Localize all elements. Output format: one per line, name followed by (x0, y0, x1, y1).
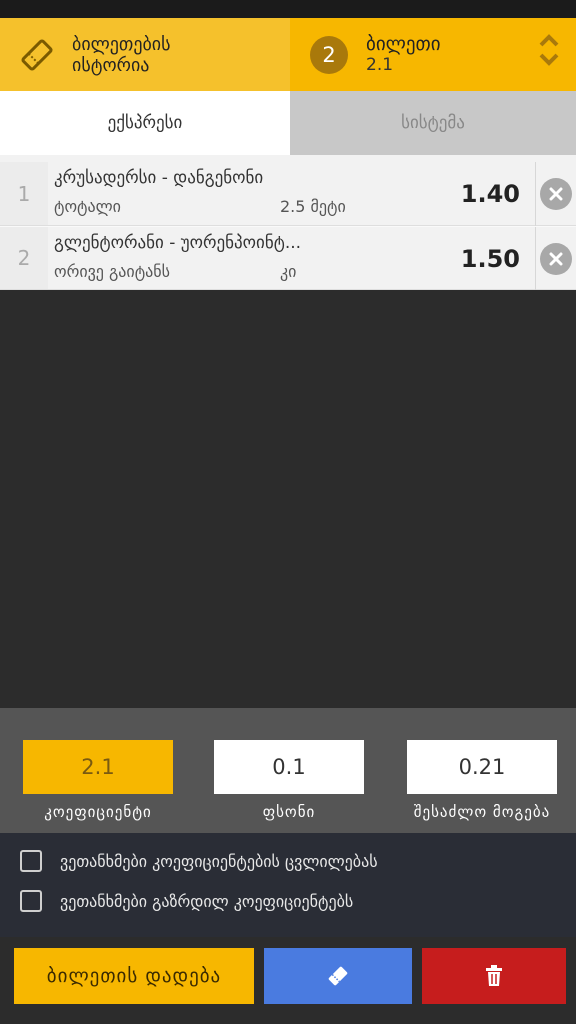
betslip-header: ბილეთების ისტორია 2 ბილეთი 2.1 (0, 18, 576, 91)
delete-all-button[interactable] (422, 948, 566, 1004)
market-name: ორივე გაიტანს (54, 262, 171, 281)
accept-increased-odds-checkbox[interactable]: ვეთანხმები გაზრდილ კოეფიციენტებს (20, 890, 353, 912)
accept-odds-change-checkbox[interactable]: ვეთანხმები კოეფიციენტების ცვლილებას (20, 850, 378, 872)
selection-odds: 1.50 (460, 245, 520, 273)
divider (535, 162, 536, 226)
match-name: კრუსადერსი - დანგენონი (54, 168, 264, 188)
selection-odds: 1.40 (460, 180, 520, 208)
expand-collapse-icon[interactable] (538, 34, 560, 66)
odds-label: კოეფიციენტი (44, 803, 152, 821)
divider (535, 227, 536, 291)
checkbox[interactable] (20, 850, 42, 872)
empty-area (0, 290, 576, 708)
stake-label: ფსონი (262, 803, 316, 821)
divider (0, 155, 576, 162)
odds-change-options: ვეთანხმები კოეფიციენტების ცვლილებას ვეთა… (0, 833, 576, 937)
remove-selection-button[interactable] (540, 178, 572, 210)
status-bar (0, 0, 576, 18)
selection-row: 1 კრუსადერსი - დანგენონი ტოტალი 2.5 მეტი… (0, 162, 576, 226)
close-icon (549, 252, 563, 266)
total-odds-value: 2.1 (23, 740, 173, 794)
tab-express[interactable]: ექსპრესი (0, 91, 290, 155)
selection-index: 1 (0, 162, 48, 225)
selection-count-badge: 2 (310, 35, 348, 74)
possible-win-label: შესაძლო მოგება (413, 803, 551, 821)
save-ticket-button[interactable] (264, 948, 412, 1004)
close-icon (549, 187, 563, 201)
match-name: გლენტორანი - უორენპოინტ... (54, 233, 302, 253)
selection-index: 2 (0, 227, 48, 289)
bet-history-label: ბილეთების ისტორია (72, 33, 171, 76)
bet-summary-panel: 2.1 0.1 0.21 კოეფიციენტი ფსონი შესაძლო მ… (0, 708, 576, 833)
possible-win-value: 0.21 (407, 740, 557, 794)
place-bet-button[interactable]: ბილეთის დადება (14, 948, 254, 1004)
outcome-name: 2.5 მეტი (280, 197, 346, 216)
selection-list: 1 კრუსადერსი - დანგენონი ტოტალი 2.5 მეტი… (0, 162, 576, 291)
checkbox-label: ვეთანხმები გაზრდილ კოეფიციენტებს (60, 891, 354, 911)
action-bar: ბილეთის დადება (0, 937, 576, 1024)
checkbox-label: ვეთანხმები კოეფიციენტების ცვლილებას (60, 851, 378, 871)
market-name: ტოტალი (54, 197, 121, 216)
checkbox[interactable] (20, 890, 42, 912)
remove-selection-button[interactable] (540, 243, 572, 275)
outcome-name: კი (280, 262, 297, 281)
betslip-title: ბილეთი (366, 33, 441, 55)
stake-input[interactable]: 0.1 (214, 740, 364, 794)
betslip-toggle[interactable]: 2 ბილეთი 2.1 (290, 18, 576, 91)
trash-icon (486, 965, 502, 986)
ticket-icon (328, 966, 348, 986)
bet-history-button[interactable]: ბილეთების ისტორია (0, 18, 290, 91)
selection-row: 2 გლენტორანი - უორენპოინტ... ორივე გაიტა… (0, 226, 576, 291)
tab-system[interactable]: სისტემა (290, 91, 576, 155)
ticket-icon (18, 36, 56, 74)
bet-type-tabs: ექსპრესი სისტემა (0, 91, 576, 155)
betslip-total-odds: 2.1 (366, 55, 394, 75)
